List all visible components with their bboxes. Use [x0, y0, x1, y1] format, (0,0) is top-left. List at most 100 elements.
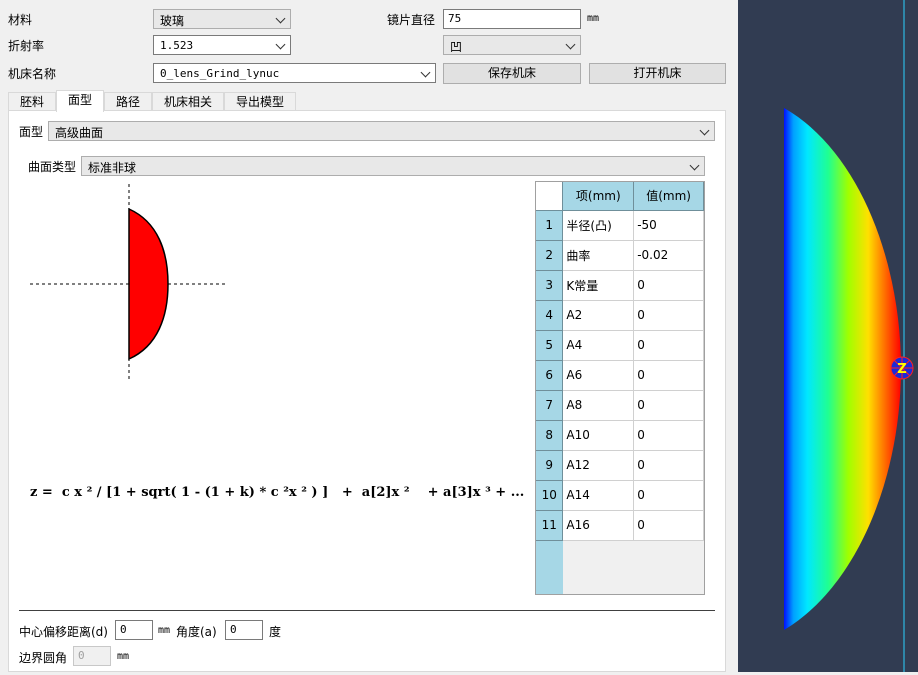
surface-type-value: 高级曲面: [55, 126, 104, 140]
chevron-down-icon: [565, 39, 576, 50]
chevron-down-icon: [689, 160, 700, 171]
item-cell[interactable]: A16: [562, 510, 635, 541]
tab-label: 导出模型: [235, 95, 284, 109]
item-cell[interactable]: 曲率: [562, 240, 635, 271]
value-cell[interactable]: 0: [633, 360, 704, 391]
refraction-select[interactable]: 1.523: [153, 35, 291, 55]
tab-label: 路径: [115, 95, 140, 109]
tab-label: 机床相关: [163, 95, 212, 109]
table-row: 3 K常量 0: [536, 270, 704, 301]
value-cell[interactable]: 0: [633, 480, 704, 511]
row-number: 3: [536, 270, 564, 301]
save-machine-button[interactable]: 保存机床: [443, 63, 581, 84]
machine-label: 机床名称: [8, 67, 57, 81]
table-row: 8 A10 0: [536, 420, 704, 451]
angle-input[interactable]: 0: [225, 620, 263, 640]
shape-select[interactable]: 凹: [443, 35, 581, 55]
lens-surface: [784, 108, 901, 630]
value-cell[interactable]: -50: [633, 210, 704, 241]
table-row: 4 A2 0: [536, 300, 704, 331]
curve-type-value: 标准非球: [88, 161, 137, 175]
item-cell[interactable]: 半径(凸): [562, 210, 635, 241]
tab-path[interactable]: 路径: [104, 92, 152, 111]
curve-type-select[interactable]: 标准非球: [81, 156, 705, 176]
tab-machine[interactable]: 机床相关: [152, 92, 224, 111]
grid-corner: [536, 182, 564, 211]
chevron-down-icon: [699, 125, 710, 136]
3d-viewer[interactable]: Z: [738, 0, 918, 672]
material-select[interactable]: 玻璃: [153, 9, 291, 29]
material-value: 玻璃: [160, 14, 185, 28]
angle-label: 角度(a): [176, 625, 217, 639]
value-cell[interactable]: 0: [633, 420, 704, 451]
chevron-down-icon: [275, 39, 286, 50]
shape-value: 凹: [450, 40, 463, 54]
chevron-down-icon: [420, 67, 431, 78]
grid-header-item: 项(mm): [562, 182, 635, 211]
value-cell[interactable]: 0: [633, 330, 704, 361]
offset-label: 中心偏移距离(d): [19, 625, 108, 639]
machine-value: 0_lens_Grind_lynuc: [160, 67, 280, 80]
value-cell[interactable]: 0: [633, 390, 704, 421]
value-cell[interactable]: 0: [633, 450, 704, 481]
value-cell[interactable]: -0.02: [633, 240, 704, 271]
offset-unit: mm: [158, 625, 171, 636]
fillet-input[interactable]: 0: [73, 646, 111, 666]
curve-type-label: 曲面类型: [28, 160, 77, 174]
angle-unit: 度: [269, 625, 282, 639]
axis-label: Z: [897, 362, 906, 377]
lens-diagram: [30, 184, 226, 380]
item-cell[interactable]: A10: [562, 420, 635, 451]
diameter-unit: mm: [587, 13, 600, 24]
row-number: 7: [536, 390, 564, 421]
fillet-label: 边界圆角: [19, 651, 68, 665]
table-row: 7 A8 0: [536, 390, 704, 421]
row-header-filler: [536, 541, 563, 594]
fillet-unit: mm: [117, 651, 130, 662]
item-cell[interactable]: A8: [562, 390, 635, 421]
lens-shape: [128, 207, 169, 361]
row-number: 6: [536, 360, 564, 391]
parameter-grid[interactable]: 项(mm) 值(mm) 1 半径(凸) -50 2 曲率 -0.02 3 K常量…: [535, 181, 705, 595]
grid-header-value: 值(mm): [633, 182, 704, 211]
material-label: 材料: [8, 13, 33, 27]
machine-select[interactable]: 0_lens_Grind_lynuc: [153, 63, 436, 83]
item-cell[interactable]: A6: [562, 360, 635, 391]
open-machine-button[interactable]: 打开机床: [589, 63, 726, 84]
surface-type-label: 面型: [19, 125, 44, 139]
table-row: 11 A16 0: [536, 510, 704, 541]
row-number: 11: [536, 510, 564, 541]
value-cell[interactable]: 0: [633, 270, 704, 301]
formula-text: z = c x ² / [1 + sqrt( 1 - (1 + k) * c ²…: [30, 485, 525, 500]
row-number: 2: [536, 240, 564, 271]
diameter-input[interactable]: 75: [443, 9, 581, 29]
row-number: 4: [536, 300, 564, 331]
tab-blank[interactable]: 胚料: [8, 92, 56, 111]
item-cell[interactable]: A4: [562, 330, 635, 361]
table-row: 2 曲率 -0.02: [536, 240, 704, 271]
item-cell[interactable]: A14: [562, 480, 635, 511]
tab-surface[interactable]: 面型: [56, 90, 104, 112]
table-row: 5 A4 0: [536, 330, 704, 361]
offset-input[interactable]: 0: [115, 620, 153, 640]
value-cell[interactable]: 0: [633, 510, 704, 541]
table-row: 10 A14 0: [536, 480, 704, 511]
separator: [19, 610, 715, 611]
value-cell[interactable]: 0: [633, 300, 704, 331]
surface-type-select[interactable]: 高级曲面: [48, 121, 715, 141]
table-row: 1 半径(凸) -50: [536, 210, 704, 241]
diameter-label: 镜片直径: [387, 13, 436, 27]
row-number: 9: [536, 450, 564, 481]
tab-label: 胚料: [19, 95, 44, 109]
tab-export[interactable]: 导出模型: [224, 92, 296, 111]
tab-label: 面型: [67, 93, 92, 107]
refraction-label: 折射率: [8, 39, 45, 53]
row-number: 1: [536, 210, 564, 241]
chevron-down-icon: [275, 13, 286, 24]
table-row: 6 A6 0: [536, 360, 704, 391]
item-cell[interactable]: A12: [562, 450, 635, 481]
row-number: 8: [536, 420, 564, 451]
refraction-value: 1.523: [160, 39, 194, 52]
item-cell[interactable]: K常量: [562, 270, 635, 301]
item-cell[interactable]: A2: [562, 300, 635, 331]
